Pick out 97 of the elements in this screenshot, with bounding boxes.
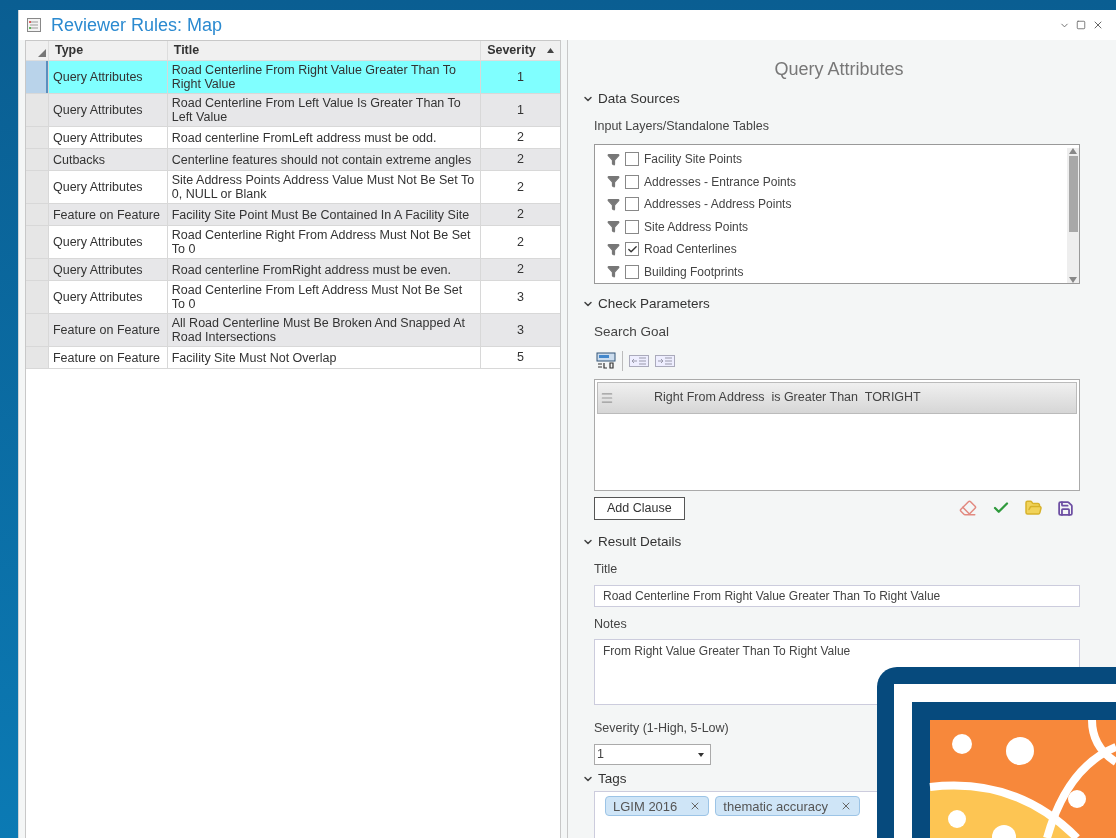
table-cell: Site Address Points Address Value Must Not Be Set To 0, NULL or Blank: [166, 171, 481, 203]
layer-name: Site Address Points: [644, 218, 749, 236]
scroll-down-icon[interactable]: [1069, 277, 1077, 283]
checkbox[interactable]: [625, 242, 639, 257]
column-header[interactable]: Type: [47, 41, 167, 60]
clause-row[interactable]: Right From Address is Greater Than TORIGHT: [597, 381, 1077, 414]
table-row[interactable]: Query Attributes Road Centerline Right From Address Must Not Be Set To 0 2: [26, 226, 560, 259]
field-label: Title: [594, 560, 619, 578]
table-cell: Query Attributes: [47, 127, 167, 148]
table-cell: 3: [480, 314, 560, 346]
section-heading: Check Parameters: [598, 295, 710, 313]
table-row[interactable]: Feature on Feature All Road Centerline Must Be Broken And Snapped At Road Intersections 3: [26, 314, 560, 347]
table-cell: Road Centerline From Left Value Is Greater Than To Left Value: [166, 94, 481, 126]
tag-chip: thematic accuracy: [715, 796, 861, 817]
eraser-icon[interactable]: [958, 499, 978, 517]
table-cell: Road centerline FromRight address must be even.: [166, 259, 481, 280]
dropdown-caret-icon: [698, 752, 704, 757]
filter-icon[interactable]: [607, 220, 620, 234]
table-cell: All Road Centerline Must Be Broken And Snapped At Road Intersections: [166, 314, 481, 346]
table-cell: Query Attributes: [47, 61, 167, 93]
table-cell: 2: [480, 226, 560, 258]
table-row[interactable]: Query Attributes Road centerline FromRight address must be even. 2: [26, 259, 560, 281]
table-cell: Feature on Feature: [47, 204, 167, 225]
table-cell: 2: [480, 149, 560, 170]
table-row[interactable]: Cutbacks Centerline features should not contain extreme angles 2: [26, 149, 560, 171]
scroll-up-icon[interactable]: [1069, 148, 1077, 154]
table-cell: Road Centerline From Right Value Greater Than To Right Value: [166, 61, 481, 93]
table-row[interactable]: Query Attributes Road Centerline From Left Address Must Not Be Set To 0 3: [26, 281, 560, 314]
table-cell: Feature on Feature: [47, 347, 167, 368]
tag-chip: LGIM 2016: [605, 796, 710, 817]
field-label: Severity (1-High, 5-Low): [594, 720, 730, 738]
table-row[interactable]: Query Attributes Site Address Points Address Value Must Not Be Set To 0, NULL or Blank 2: [26, 171, 560, 204]
table-cell: 3: [480, 281, 560, 313]
select-all-corner-icon[interactable]: [37, 49, 46, 57]
filter-icon[interactable]: [607, 242, 620, 256]
section-heading: Data Sources: [598, 90, 680, 108]
table-row[interactable]: Query Attributes Road Centerline From Left Value Is Greater Than To Left Value 1: [26, 94, 560, 127]
table-row[interactable]: Feature on Feature Facility Site Must Not Overlap 5: [26, 347, 560, 369]
table-cell: 2: [480, 171, 560, 203]
table-cell: Query Attributes: [47, 281, 167, 313]
field-label: Notes: [594, 615, 628, 633]
table-cell: Cutbacks: [47, 149, 167, 170]
save-icon[interactable]: [1057, 499, 1074, 517]
add-clause-button[interactable]: Add Clause: [594, 496, 685, 520]
sql-icon[interactable]: [596, 351, 616, 370]
checkbox[interactable]: [625, 264, 639, 279]
column-header[interactable]: Severity: [480, 41, 560, 60]
table-cell: 2: [480, 127, 560, 148]
title-field[interactable]: Road Centerline From Right Value Greater Than To Right Value: [594, 584, 1080, 607]
table-cell: Facility Site Must Not Overlap: [166, 347, 481, 368]
table-cell: Query Attributes: [47, 226, 167, 258]
layer-name: Addresses - Address Points: [644, 196, 792, 214]
drag-handle-icon[interactable]: [600, 390, 614, 405]
table-cell: 1: [480, 61, 560, 93]
checkbox[interactable]: [625, 197, 639, 212]
column-header[interactable]: Title: [166, 41, 481, 60]
outdent-icon[interactable]: [629, 354, 649, 367]
table-cell: 2: [480, 204, 560, 225]
scrollbar[interactable]: [1067, 148, 1079, 283]
layer-name: Addresses - Entrance Points: [644, 173, 797, 191]
layer-name: Facility Site Points: [644, 151, 743, 169]
filter-icon[interactable]: [607, 175, 620, 189]
table-cell: Road Centerline From Left Address Must Not Be Set To 0: [166, 281, 481, 313]
table-cell: 2: [480, 259, 560, 280]
table-cell: 5: [480, 347, 560, 368]
table-cell: Centerline features should not contain extreme angles: [166, 149, 481, 170]
table-cell: Query Attributes: [47, 171, 167, 203]
table-row[interactable]: Query Attributes Road centerline FromLeft address must be odd. 2: [26, 127, 560, 149]
table-row[interactable]: Feature on Feature Facility Site Point Must Be Contained In A Facility Site 2: [26, 204, 560, 226]
table-cell: Road centerline FromLeft address must be odd.: [166, 127, 481, 148]
field-label: Search Goal: [594, 323, 671, 342]
table-row[interactable]: Query Attributes Road Centerline From Right Value Greater Than To Right Value 1: [26, 61, 560, 94]
indent-icon[interactable]: [655, 354, 675, 367]
table-cell: Feature on Feature: [47, 314, 167, 346]
close-icon[interactable]: [1092, 19, 1104, 31]
layer-name: Road Centerlines: [644, 241, 737, 259]
maximize-icon[interactable]: [1076, 20, 1086, 30]
table-cell: 1: [480, 94, 560, 126]
section-heading: Result Details: [598, 532, 682, 551]
section-heading: Tags: [598, 770, 627, 788]
table-cell: Query Attributes: [47, 259, 167, 280]
table-cell: Road Centerline Right From Address Must Not Be Set To 0: [166, 226, 481, 258]
filter-icon[interactable]: [607, 152, 620, 166]
table-cell: Query Attributes: [47, 94, 167, 126]
panel-heading: Query Attributes: [773, 58, 905, 81]
table-cell: Facility Site Point Must Be Contained In A Facility Site: [166, 204, 481, 225]
sort-ascending-icon: [547, 48, 554, 53]
filter-icon[interactable]: [607, 197, 620, 211]
window-title: Reviewer Rules: Map: [51, 13, 223, 37]
severity-dropdown[interactable]: 1: [594, 744, 711, 765]
checkbox[interactable]: [625, 174, 639, 189]
checkbox[interactable]: [625, 219, 639, 234]
rules-list-icon: [27, 18, 41, 32]
checkbox[interactable]: [625, 152, 639, 167]
filter-icon[interactable]: [607, 265, 620, 279]
field-label: Input Layers/Standalone Tables: [594, 118, 770, 136]
layer-name: Building Footprints: [644, 263, 744, 281]
